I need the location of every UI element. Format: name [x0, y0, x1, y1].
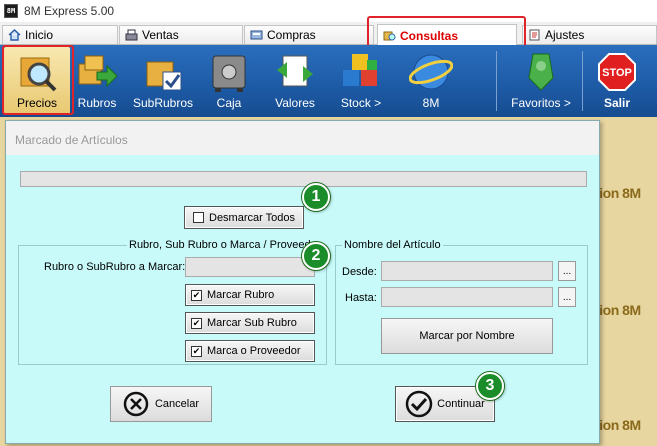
checkbox-label: Marcar Rubro [207, 289, 275, 301]
dialog-title: Marcado de Artículos [6, 121, 599, 155]
desde-input[interactable] [381, 261, 553, 281]
check-icon: ✔ [191, 317, 202, 329]
app-logo-icon: 8M [4, 4, 18, 18]
toolbar: Precios Rubros SubRubros Caja Valores St… [0, 45, 657, 117]
salir-button[interactable]: STOP Salir [590, 47, 644, 115]
stock-button[interactable]: Stock > [336, 47, 386, 115]
cancelar-button[interactable]: Cancelar [110, 386, 212, 422]
title-bar: 8M 8M Express 5.00 [0, 0, 657, 22]
tab-inicio[interactable]: Inicio [2, 25, 118, 44]
window-title: 8M Express 5.00 [24, 4, 115, 18]
progress-bar [20, 171, 587, 187]
marcar-rubro-checkbox[interactable]: ✔ Marcar Rubro [185, 284, 315, 306]
callout-badge-1: 1 [302, 183, 330, 211]
toolbar-label: Salir [603, 96, 630, 110]
cubes-icon [343, 54, 377, 86]
rubros-button[interactable]: Rubros [72, 47, 122, 115]
cart-icon [250, 30, 263, 40]
toolbar-label: Stock > [340, 96, 382, 110]
boxes-arrow-icon [78, 55, 118, 88]
toolbar-label: SubRubros [132, 96, 194, 110]
desde-label: Desde: [342, 266, 377, 278]
rubro-input[interactable] [185, 257, 315, 277]
tab-label: Ajustes [545, 28, 585, 42]
marca-proveedor-checkbox[interactable]: ✔ Marca o Proveedor [185, 340, 315, 362]
tab-label: Compras [267, 28, 316, 42]
toolbar-label: 8M [422, 96, 440, 110]
nombre-group: Nombre del Artículo Desde: ... Hasta: ..… [335, 239, 588, 365]
callout-badge-2: 2 [302, 242, 330, 270]
globe-icon [409, 54, 453, 90]
button-label: Cancelar [154, 398, 200, 410]
stop-icon: STOP [598, 53, 636, 91]
toolbar-label: Valores [275, 96, 315, 110]
box-check-icon [146, 61, 182, 91]
checkbox-label: Marca o Proveedor [207, 345, 301, 357]
valores-button[interactable]: Valores [270, 47, 320, 115]
tab-ajustes[interactable]: Ajustes [522, 25, 657, 44]
checkbox-icon [193, 212, 204, 223]
home-icon [8, 29, 21, 41]
checkmark-circle-icon [405, 390, 433, 418]
favoritos-button[interactable]: Favoritos > [506, 47, 576, 115]
group-title: Nombre del Artículo [342, 239, 443, 251]
hasta-label: Hasta: [345, 292, 377, 304]
tab-compras[interactable]: Compras [244, 25, 374, 44]
marcado-dialog: Marcado de Artículos Desmarcar Todos Rub… [5, 120, 600, 444]
cash-register-icon [125, 29, 138, 41]
checkbox-label: Marcar Sub Rubro [207, 317, 297, 329]
button-label: Desmarcar Todos [209, 211, 295, 224]
tab-ventas[interactable]: Ventas [119, 25, 243, 44]
precios-highlight [2, 45, 74, 115]
toolbar-divider [496, 51, 497, 111]
hasta-browse-button[interactable]: ... [558, 287, 576, 307]
desmarcar-todos-button[interactable]: Desmarcar Todos [184, 206, 304, 229]
group-title: Rubro, Sub Rubro o Marca / Proveedor [127, 239, 323, 251]
callout-badge-3: 3 [476, 372, 504, 400]
toolbar-divider [582, 51, 583, 111]
hasta-input[interactable] [381, 287, 553, 307]
check-icon: ✔ [191, 345, 202, 357]
button-label: Continuar [437, 398, 485, 410]
tab-label: Ventas [142, 28, 179, 42]
check-icon: ✔ [191, 289, 202, 301]
rubro-field-label: Rubro o SubRubro a Marcar: [44, 261, 186, 273]
toolbar-label: Favoritos > [511, 96, 571, 110]
ribbon-tabs: Inicio Ventas Compras Consultas Ajustes [0, 23, 657, 46]
cancel-x-icon [123, 391, 149, 417]
toolbar-label: Caja [216, 96, 242, 110]
safe-icon [212, 55, 246, 92]
desde-browse-button[interactable]: ... [558, 261, 576, 281]
settings-icon [529, 29, 540, 41]
marcar-subrubro-checkbox[interactable]: ✔ Marcar Sub Rubro [185, 312, 315, 334]
subrubros-button[interactable]: SubRubros [130, 47, 196, 115]
ribbon-icon [528, 53, 554, 91]
caja-button[interactable]: Caja [204, 47, 254, 115]
toolbar-label: Rubros [77, 96, 117, 110]
tab-label: Inicio [25, 28, 54, 42]
document-arrows-icon [277, 55, 313, 87]
marcar-por-nombre-button[interactable]: Marcar por Nombre [381, 318, 553, 354]
8m-button[interactable]: 8M [406, 47, 456, 115]
rubro-group: Rubro, Sub Rubro o Marca / Proveedor Rub… [18, 239, 327, 365]
stop-badge-text: STOP [602, 67, 632, 79]
